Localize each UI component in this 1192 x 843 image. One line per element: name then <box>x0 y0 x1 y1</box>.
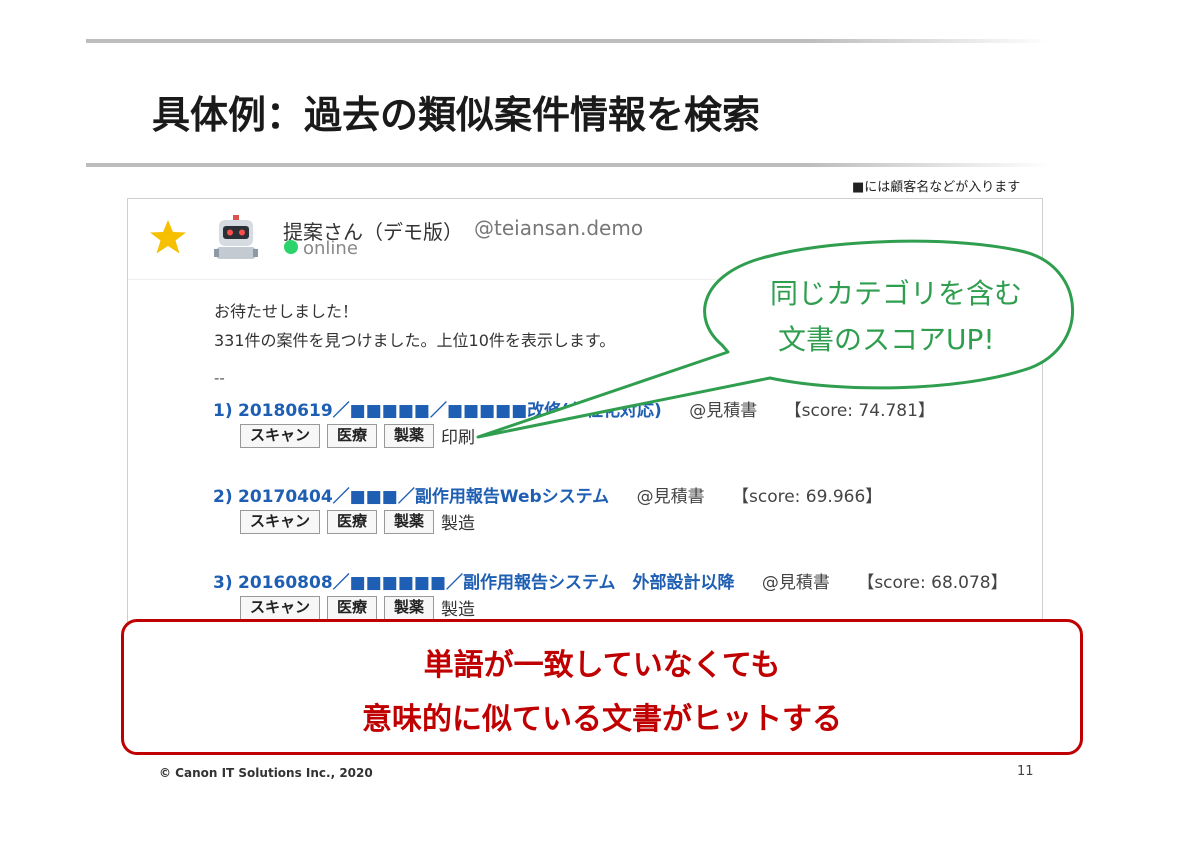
tag-list: スキャン 医療 製薬 製造 <box>240 509 475 534</box>
status-text: online <box>303 238 358 259</box>
robot-avatar-icon <box>214 215 258 259</box>
result-item: 1) 20180619／■■■■■／■■■■■改修(分社化対応) @見積書 【s… <box>213 396 1042 456</box>
callout-text-line2: 意味的に似ている文書がヒットする <box>362 702 842 737</box>
result-score: 【score: 69.966】 <box>731 487 883 507</box>
message-separator: -- <box>214 369 225 387</box>
tag: 医療 <box>327 596 378 620</box>
chat-window: 提案さん（デモ版） @teiansan.demo online お待たせしました… <box>127 198 1043 640</box>
tag: 製薬 <box>384 596 435 620</box>
result-item: 2) 20170404／■■■／副作用報告Webシステム @見積書 【score… <box>213 482 1042 542</box>
callout-box: 単語が一致していなくても 意味的に似ている文書がヒットする <box>121 619 1083 755</box>
result-score: 【score: 68.078】 <box>857 573 1008 593</box>
tag: スキャン <box>240 596 321 620</box>
result-source: @見積書 <box>689 401 758 421</box>
top-divider <box>86 39 1050 43</box>
tag-extra: 印刷 <box>441 428 476 448</box>
result-rank: 2) <box>213 487 233 507</box>
slide-title: 具体例：過去の類似案件情報を検索 <box>152 93 761 137</box>
result-title-link[interactable]: 20160808／■■■■■■／副作用報告システム 外部設計以降 <box>238 573 735 593</box>
tag: 医療 <box>327 424 378 448</box>
tag: スキャン <box>240 510 321 534</box>
tag: 製薬 <box>384 510 435 534</box>
tag: 医療 <box>327 510 378 534</box>
page-number: 11 <box>1017 764 1034 779</box>
tag-extra: 製造 <box>441 514 476 534</box>
tag: 製薬 <box>384 424 435 448</box>
tag-list: スキャン 医療 製薬 製造 <box>240 595 475 620</box>
title-divider <box>86 163 1050 167</box>
tag-list: スキャン 医療 製薬 印刷 <box>240 423 475 448</box>
result-title-link[interactable]: 20170404／■■■／副作用報告Webシステム <box>238 487 609 507</box>
result-source: @見積書 <box>761 573 830 593</box>
online-dot-icon <box>284 240 298 254</box>
result-source: @見積書 <box>636 487 705 507</box>
footnote: ■には顧客名などが入ります <box>852 180 1021 195</box>
result-title-link[interactable]: 20180619／■■■■■／■■■■■改修(分社化対応) <box>238 401 662 421</box>
copyright: © Canon IT Solutions Inc., 2020 <box>159 766 373 780</box>
tag: スキャン <box>240 424 321 448</box>
result-score: 【score: 74.781】 <box>784 401 935 421</box>
message-greeting: お待たせしました！ <box>214 302 359 321</box>
result-rank: 3) <box>213 573 233 593</box>
result-rank: 1) <box>213 401 233 421</box>
balloon-text-line2: 文書のスコアUP! <box>778 323 995 356</box>
chat-header: 提案さん（デモ版） @teiansan.demo online <box>128 199 1042 280</box>
tag-extra: 製造 <box>441 600 476 620</box>
callout-text-line1: 単語が一致していなくても <box>423 648 781 683</box>
balloon-text-line1: 同じカテゴリを含む <box>770 277 1023 310</box>
bot-handle[interactable]: @teiansan.demo <box>474 216 643 240</box>
message-result-count: 331件の案件を見つけました。上位10件を表示します。 <box>214 331 616 350</box>
star-icon[interactable] <box>148 217 188 257</box>
